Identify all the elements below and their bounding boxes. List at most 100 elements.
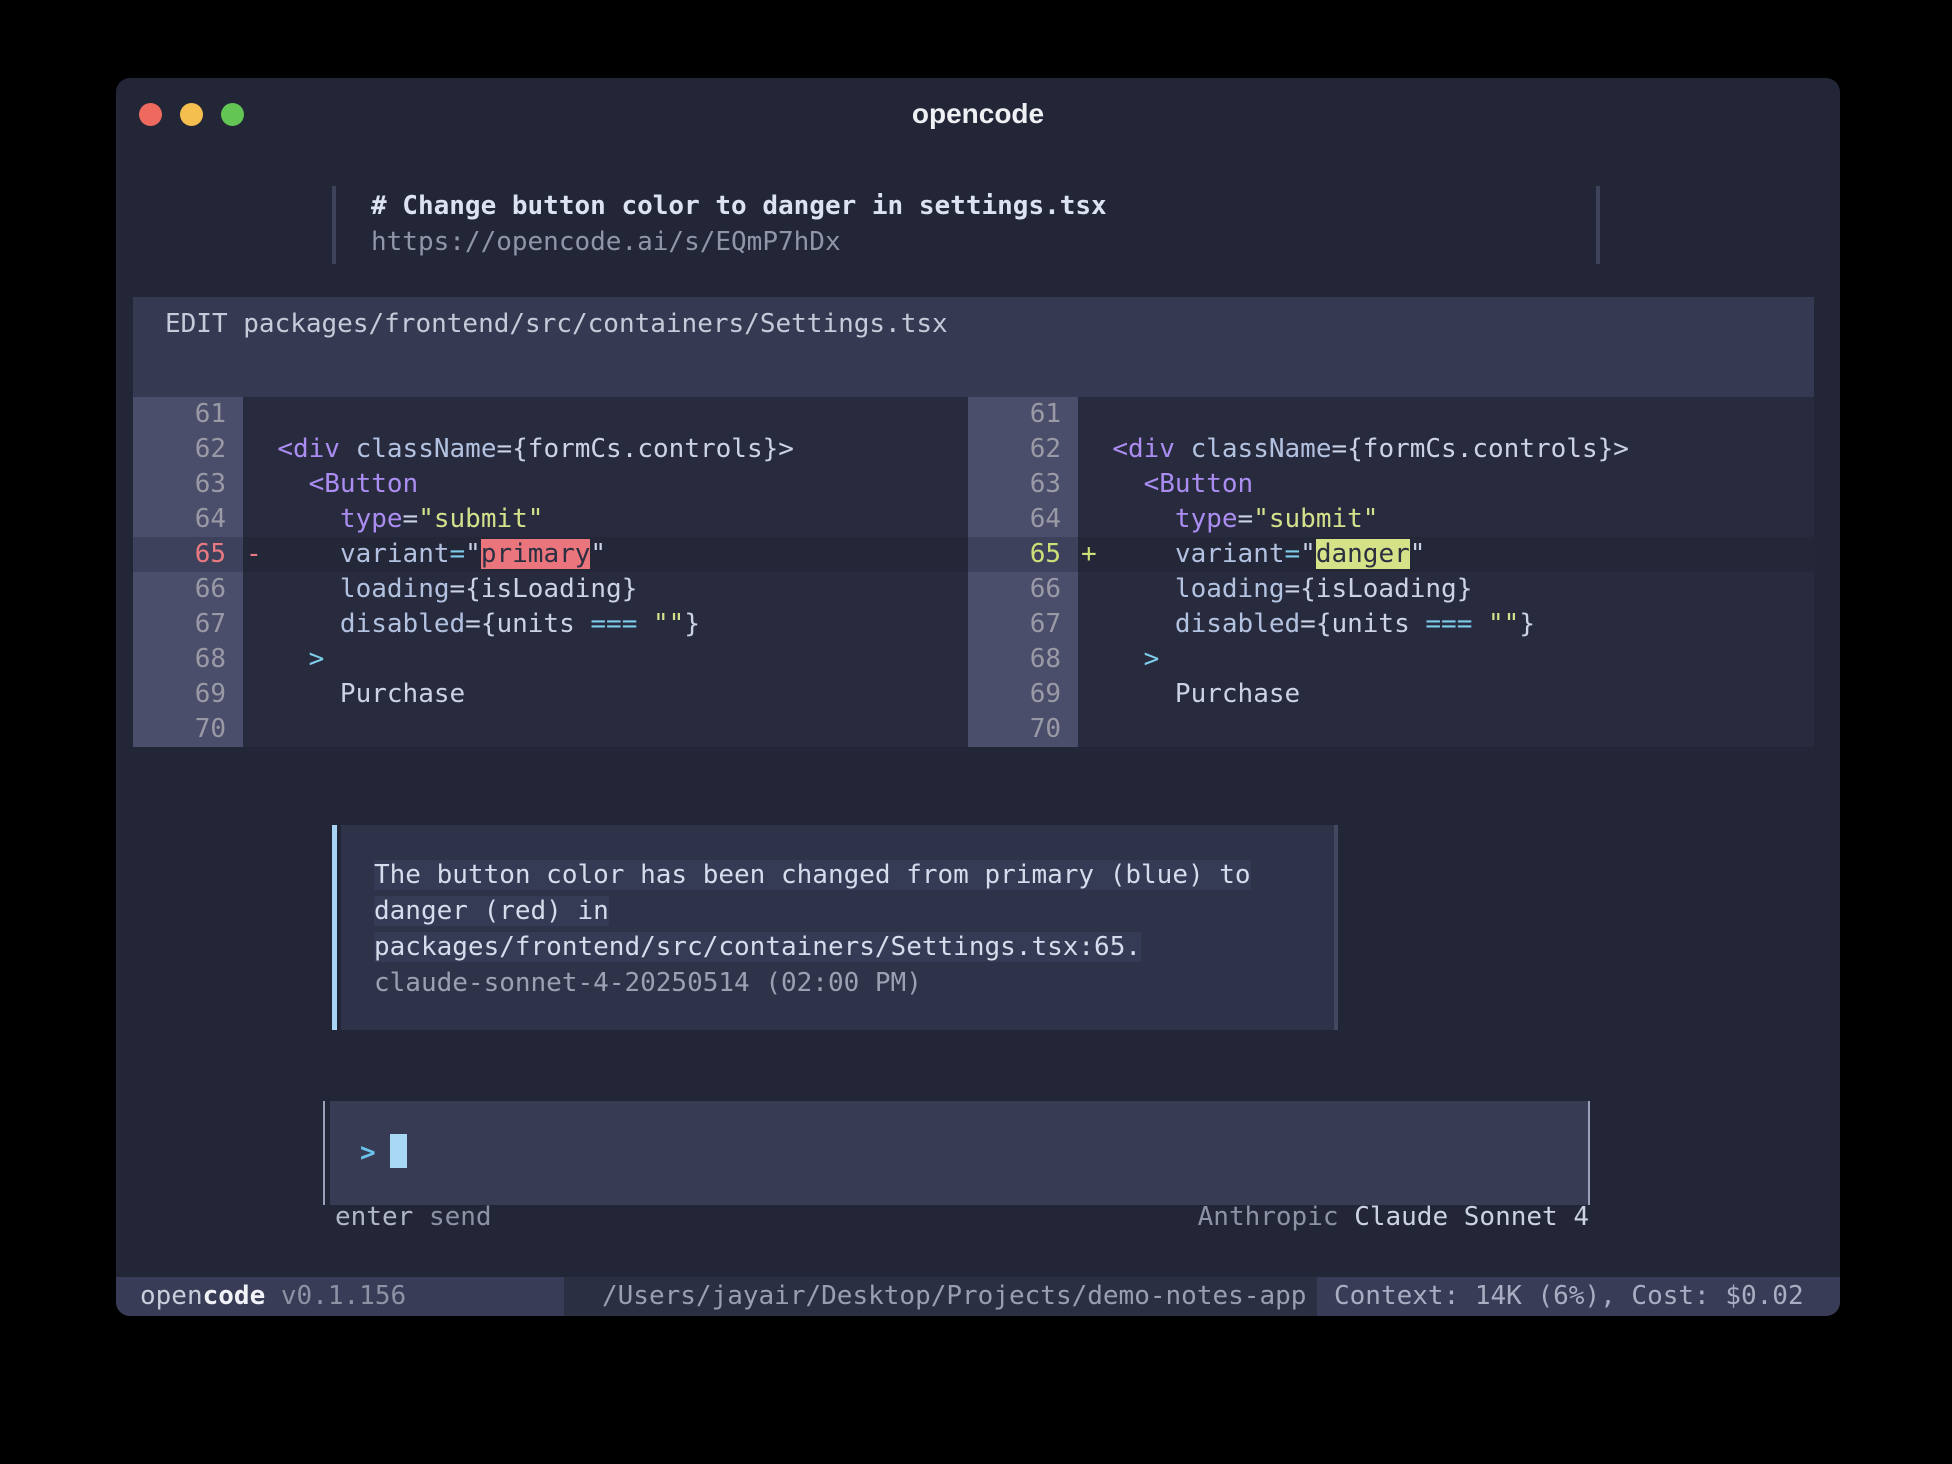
diff-line-new-68: 68 > (968, 642, 1814, 677)
line-number: 63 (968, 467, 1078, 502)
provider-label: Anthropic (1198, 1202, 1339, 1232)
diff-line-old-61: 61 (133, 397, 968, 432)
project-path: /Users/jayair/Desktop/Projects/demo-note… (564, 1277, 1317, 1316)
message-line: danger (red) in (374, 893, 1334, 929)
diff-line-old-64: 64 type="submit" (133, 502, 968, 537)
diff-line-old-68: 68 > (133, 642, 968, 677)
line-number: 67 (133, 607, 243, 642)
code-text (243, 712, 968, 747)
message-line: The button color has been changed from p… (374, 857, 1334, 893)
line-number: 62 (133, 432, 243, 467)
code-text: - variant="primary" (243, 537, 968, 572)
code-text: <Button (1078, 467, 1814, 502)
line-number: 61 (133, 397, 243, 432)
hint-enter-key: enter (335, 1202, 413, 1232)
line-number: 68 (968, 642, 1078, 677)
user-message: # Change button color to danger in setti… (371, 188, 1107, 260)
line-number: 70 (133, 712, 243, 747)
diff-old-pane: 6162 <div className={formCs.controls}>63… (133, 397, 968, 747)
input-hints-row: enter send Anthropic Claude Sonnet 4 (335, 1200, 1589, 1235)
edit-tool-header: EDIT packages/frontend/src/containers/Se… (133, 297, 1814, 397)
assistant-message-right-border (1334, 825, 1338, 1030)
code-text: loading={isLoading} (1078, 572, 1814, 607)
app-name-open: open (140, 1281, 203, 1311)
edit-tool-panel: EDIT packages/frontend/src/containers/Se… (133, 297, 1814, 747)
code-text (1078, 712, 1814, 747)
user-message-right-border (1596, 186, 1600, 264)
code-text: <div className={formCs.controls}> (243, 432, 968, 467)
context-cost: Context: 14K (6%), Cost: $0.02 (1317, 1277, 1840, 1316)
diff-line-old-70: 70 (133, 712, 968, 747)
diff-line-old-62: 62 <div className={formCs.controls}> (133, 432, 968, 467)
diff-line-old-67: 67 disabled={units === ""} (133, 607, 968, 642)
diff-line-old-69: 69 Purchase (133, 677, 968, 712)
code-text: + variant="danger" (1078, 537, 1814, 572)
diff-line-new-61: 61 (968, 397, 1814, 432)
diff-line-new-70: 70 (968, 712, 1814, 747)
line-number: 63 (133, 467, 243, 502)
assistant-message-lines: The button color has been changed from p… (341, 825, 1334, 1030)
code-text: > (1078, 642, 1814, 677)
line-number: 64 (133, 502, 243, 537)
diff-body: 6162 <div className={formCs.controls}>63… (133, 397, 1814, 747)
prompt-input-wrap: > (323, 1101, 1590, 1205)
diff-line-old-66: 66 loading={isLoading} (133, 572, 968, 607)
app-name-code: code (203, 1281, 266, 1311)
code-text: disabled={units === ""} (1078, 607, 1814, 642)
user-message-left-border (332, 186, 336, 264)
hint-send-action: send (429, 1202, 492, 1232)
line-number: 62 (968, 432, 1078, 467)
prompt-input[interactable]: > (330, 1101, 1588, 1205)
diff-line-new-69: 69 Purchase (968, 677, 1814, 712)
code-text: type="submit" (243, 502, 968, 537)
diff-line-new-66: 66 loading={isLoading} (968, 572, 1814, 607)
line-number: 69 (133, 677, 243, 712)
opencode-window: opencode # Change button color to danger… (116, 78, 1840, 1316)
line-number: 64 (968, 502, 1078, 537)
input-right-border (1588, 1101, 1590, 1205)
diff-line-old-63: 63 <Button (133, 467, 968, 502)
code-text: <Button (243, 467, 968, 502)
code-text: <div className={formCs.controls}> (1078, 432, 1814, 467)
app-name-segment: opencode v0.1.156 (116, 1277, 564, 1316)
model-indicator: Anthropic Claude Sonnet 4 (1198, 1200, 1589, 1235)
diff-line-old-65: 65- variant="primary" (133, 537, 968, 572)
diff-line-new-65: 65+ variant="danger" (968, 537, 1814, 572)
app-version: v0.1.156 (265, 1281, 406, 1311)
window-title: opencode (116, 98, 1840, 130)
diff-line-new-67: 67 disabled={units === ""} (968, 607, 1814, 642)
code-text: > (243, 642, 968, 677)
text-cursor (390, 1134, 407, 1168)
diff-new-pane: 6162 <div className={formCs.controls}>63… (968, 397, 1814, 747)
prompt-symbol: > (360, 1138, 376, 1168)
line-number: 61 (968, 397, 1078, 432)
line-number: 66 (133, 572, 243, 607)
user-message-title: # Change button color to danger in setti… (371, 188, 1107, 224)
line-number: 68 (133, 642, 243, 677)
diff-line-new-64: 64 type="submit" (968, 502, 1814, 537)
message-line: packages/frontend/src/containers/Setting… (374, 929, 1334, 965)
line-number: 66 (968, 572, 1078, 607)
send-hint: enter send (335, 1200, 492, 1235)
diff-line-new-63: 63 <Button (968, 467, 1814, 502)
code-text: Purchase (1078, 677, 1814, 712)
code-text (1078, 397, 1814, 432)
code-text: type="submit" (1078, 502, 1814, 537)
statusbar: opencode v0.1.156 /Users/jayair/Desktop/… (116, 1277, 1840, 1316)
code-text: disabled={units === ""} (243, 607, 968, 642)
code-text: Purchase (243, 677, 968, 712)
model-label: Claude Sonnet 4 (1354, 1202, 1589, 1232)
line-number: 70 (968, 712, 1078, 747)
line-number: 65 (133, 537, 243, 572)
share-url: https://opencode.ai/s/EQmP7hDx (371, 224, 1107, 260)
assistant-message: The button color has been changed from p… (332, 825, 1338, 1030)
line-number: 65 (968, 537, 1078, 572)
line-number: 69 (968, 677, 1078, 712)
code-text: loading={isLoading} (243, 572, 968, 607)
titlebar: opencode (116, 78, 1840, 138)
line-number: 67 (968, 607, 1078, 642)
model-meta: claude-sonnet-4-20250514 (02:00 PM) (374, 965, 1334, 1001)
code-text (243, 397, 968, 432)
screen: opencode # Change button color to danger… (0, 0, 1952, 1464)
diff-line-new-62: 62 <div className={formCs.controls}> (968, 432, 1814, 467)
